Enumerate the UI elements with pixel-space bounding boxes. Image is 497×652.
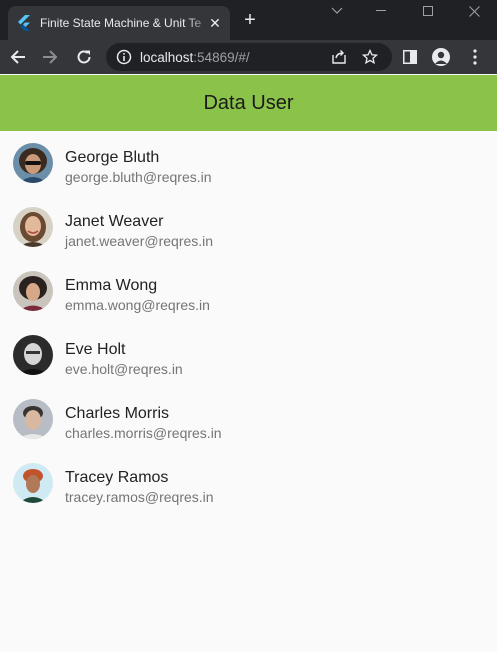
tab-title: Finite State Machine & Unit Te bbox=[40, 16, 202, 30]
browser-tab[interactable]: Finite State Machine & Unit Te ✕ bbox=[8, 6, 230, 40]
list-item[interactable]: Emma Wong emma.wong@reqres.in bbox=[0, 259, 497, 323]
page-title: Data User bbox=[203, 91, 294, 114]
user-list: George Bluth george.bluth@reqres.in Jane… bbox=[0, 131, 497, 515]
list-item[interactable]: Tracey Ramos tracey.ramos@reqres.in bbox=[0, 451, 497, 515]
profile-avatar[interactable] bbox=[429, 45, 453, 69]
info-icon[interactable] bbox=[116, 49, 132, 65]
chevron-down-icon[interactable] bbox=[314, 0, 360, 22]
user-name: George Bluth bbox=[65, 149, 160, 166]
maximize-button[interactable] bbox=[405, 0, 451, 22]
reload-button[interactable] bbox=[72, 45, 96, 69]
avatar bbox=[13, 271, 53, 311]
forward-button[interactable] bbox=[38, 45, 62, 69]
user-name: Emma Wong bbox=[65, 277, 158, 294]
avatar bbox=[13, 143, 53, 183]
url-text: localhost:54869/#/ bbox=[140, 50, 250, 65]
user-email: eve.holt@reqres.in bbox=[65, 361, 183, 377]
user-email: george.bluth@reqres.in bbox=[65, 169, 212, 185]
browser-titlebar: Finite State Machine & Unit Te ✕ + bbox=[0, 0, 497, 40]
list-item[interactable]: Janet Weaver janet.weaver@reqres.in bbox=[0, 195, 497, 259]
share-icon[interactable] bbox=[330, 48, 348, 66]
url-path: :54869/#/ bbox=[193, 50, 250, 65]
close-tab-icon[interactable]: ✕ bbox=[208, 16, 222, 30]
avatar bbox=[13, 463, 53, 503]
url-host: localhost bbox=[140, 50, 194, 65]
browser-toolbar: localhost:54869/#/ bbox=[0, 40, 497, 74]
side-panel-icon[interactable] bbox=[398, 45, 422, 69]
list-item[interactable]: George Bluth george.bluth@reqres.in bbox=[0, 131, 497, 195]
kebab-menu-icon[interactable] bbox=[463, 45, 487, 69]
user-name: Eve Holt bbox=[65, 341, 126, 358]
avatar bbox=[13, 335, 53, 375]
avatar bbox=[13, 399, 53, 439]
bookmark-star-icon[interactable] bbox=[361, 48, 379, 66]
user-email: janet.weaver@reqres.in bbox=[65, 233, 214, 249]
app-bar: Data User bbox=[0, 75, 497, 131]
back-button[interactable] bbox=[6, 45, 30, 69]
close-window-button[interactable] bbox=[451, 0, 497, 22]
profile-icon bbox=[432, 48, 450, 66]
address-bar[interactable]: localhost:54869/#/ bbox=[106, 43, 392, 71]
user-email: emma.wong@reqres.in bbox=[65, 297, 210, 313]
user-name: Tracey Ramos bbox=[65, 469, 169, 486]
user-email: charles.morris@reqres.in bbox=[65, 425, 222, 441]
list-item[interactable]: Eve Holt eve.holt@reqres.in bbox=[0, 323, 497, 387]
user-name: Janet Weaver bbox=[65, 213, 164, 230]
avatar bbox=[13, 207, 53, 247]
list-item[interactable]: Charles Morris charles.morris@reqres.in bbox=[0, 387, 497, 451]
user-name: Charles Morris bbox=[65, 405, 170, 422]
user-email: tracey.ramos@reqres.in bbox=[65, 489, 214, 505]
minimize-button[interactable] bbox=[358, 0, 404, 22]
new-tab-button[interactable]: + bbox=[240, 10, 260, 31]
flutter-icon bbox=[16, 15, 32, 31]
